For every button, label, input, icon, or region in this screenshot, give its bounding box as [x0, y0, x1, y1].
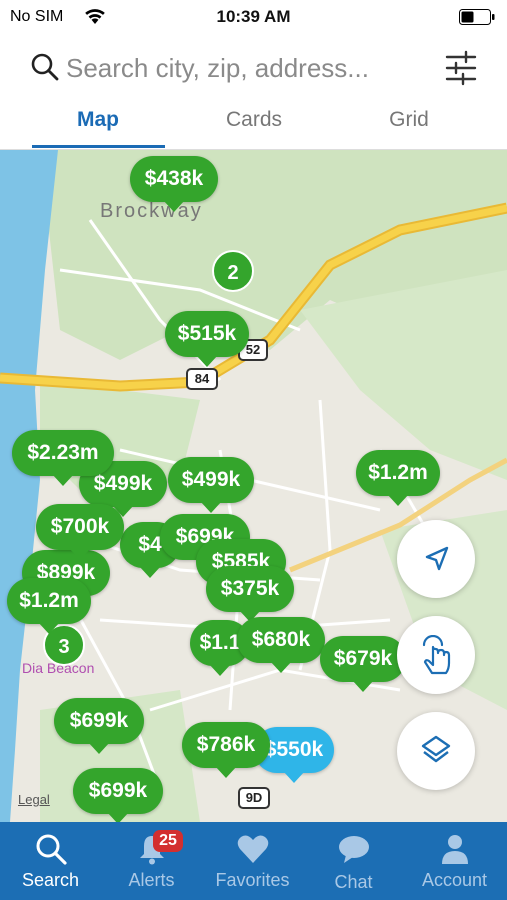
filter-sliders-icon[interactable]: [445, 50, 477, 86]
search-icon: [31, 53, 59, 81]
nav-search[interactable]: Search: [0, 822, 101, 900]
nav-chat[interactable]: Chat: [303, 822, 404, 900]
price-pin[interactable]: $515k: [165, 311, 249, 367]
tab-grid[interactable]: Grid: [339, 108, 479, 132]
bottom-tab-bar: Search Alerts 25 Favorites Chat Account: [0, 822, 507, 900]
price-pin[interactable]: $1.2m: [356, 450, 440, 506]
battery-icon: [459, 9, 495, 25]
price-pin[interactable]: $1.2m: [7, 578, 91, 634]
heart-icon: [237, 835, 268, 863]
price-pin[interactable]: $375k: [206, 566, 294, 622]
nav-search-label: Search: [21, 870, 80, 890]
search-input[interactable]: [66, 46, 426, 90]
draw-hand-icon: [422, 635, 451, 675]
nav-favorites-label: Favorites: [215, 870, 290, 890]
tab-cards[interactable]: Cards: [184, 108, 324, 132]
price-pin[interactable]: $2.23m: [12, 430, 114, 486]
town-label-brockway: Brockway: [100, 200, 203, 222]
active-tab-indicator: [32, 145, 165, 148]
nav-chat-label: Chat: [334, 872, 373, 892]
price-pin[interactable]: $699k: [73, 768, 163, 822]
nav-account-label: Account: [421, 870, 488, 890]
status-bar: No SIM 10:39 AM: [0, 0, 507, 34]
nav-favorites[interactable]: Favorites: [202, 822, 303, 900]
view-tabs: Map Cards Grid: [0, 98, 507, 150]
nav-alerts-label: Alerts: [128, 870, 175, 890]
layers-icon: [421, 735, 451, 763]
nav-account[interactable]: Account: [404, 822, 505, 900]
map-cluster[interactable]: 2: [212, 250, 254, 292]
tab-map[interactable]: Map: [28, 108, 168, 132]
price-pin[interactable]: $438k: [130, 156, 218, 212]
price-pin[interactable]: $786k: [182, 722, 270, 778]
legal-link[interactable]: Legal: [18, 792, 50, 807]
draw-search-button[interactable]: [397, 616, 475, 694]
alerts-count-badge: 25: [153, 830, 183, 852]
map-layers-button[interactable]: [397, 712, 475, 790]
nav-alerts[interactable]: Alerts: [101, 822, 202, 900]
price-pin[interactable]: $499k: [168, 457, 254, 513]
location-arrow-icon: [425, 546, 449, 571]
search-bar: [0, 40, 507, 96]
person-icon: [441, 835, 468, 864]
price-pin[interactable]: $699k: [54, 698, 144, 754]
chat-icon: [338, 836, 369, 863]
clock: 10:39 AM: [216, 7, 291, 26]
route-shield-84: 84: [186, 368, 218, 390]
search-icon: [36, 834, 67, 865]
price-pin[interactable]: $680k: [237, 617, 325, 673]
map-view[interactable]: Brockway Dia Beacon 84 52 9D Legal 2 3 $…: [0, 150, 507, 822]
locate-me-button[interactable]: [397, 520, 475, 598]
price-pin[interactable]: $700k: [36, 504, 124, 560]
price-pin[interactable]: $679k: [320, 636, 406, 692]
route-shield-9d: 9D: [238, 787, 270, 809]
